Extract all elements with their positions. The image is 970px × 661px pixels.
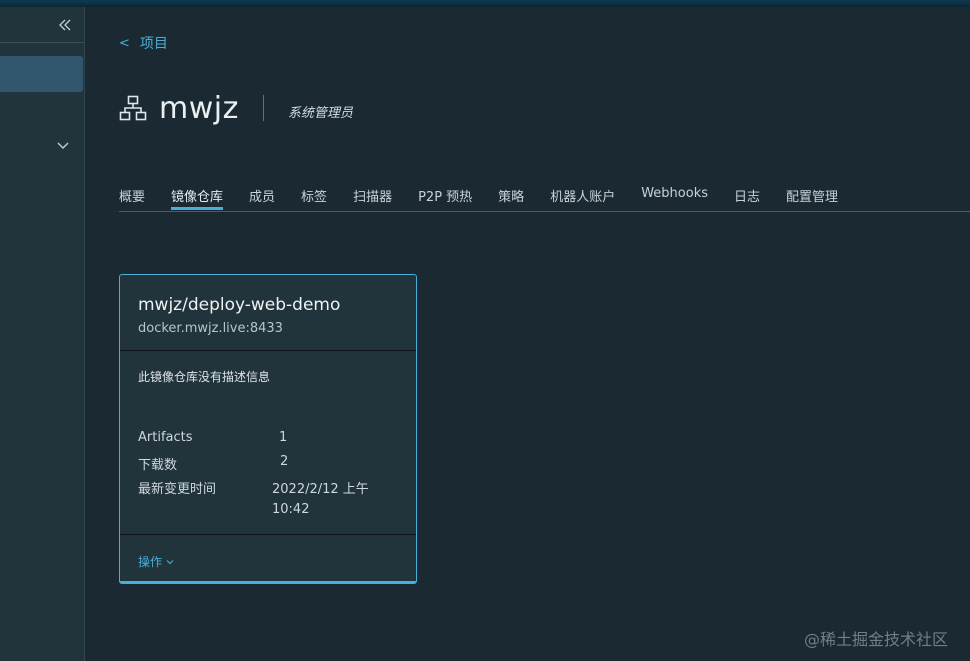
sidebar-group-toggle[interactable] (56, 137, 72, 153)
main-content: < 项目 mwjz 系统管理员 概要 镜像仓库 成员 标签 扫描器 P2P 预热… (85, 7, 970, 661)
sidebar-collapse-button[interactable] (0, 7, 84, 43)
tab-policy[interactable]: 策略 (498, 183, 524, 210)
actions-label: 操作 (138, 555, 163, 569)
watermark: @稀土掘金技术社区 (803, 630, 948, 649)
role-label: 系统管理员 (287, 105, 353, 121)
registry-address: docker.mwjz.live:8433 (138, 321, 283, 336)
artifacts-value: 1 (279, 430, 288, 445)
tab-scanner[interactable]: 扫描器 (353, 183, 392, 210)
project-tabs: 概要 镜像仓库 成员 标签 扫描器 P2P 预热 策略 机器人账户 Webhoo… (119, 183, 970, 212)
breadcrumb-label: 项目 (139, 36, 168, 52)
chevron-left-icon: < (119, 35, 130, 51)
breadcrumb-back-link[interactable]: < 项目 (119, 33, 168, 53)
tab-p2p-preheat[interactable]: P2P 预热 (418, 183, 472, 210)
card-body: 此镜像仓库没有描述信息 Artifacts 1 下载数 2 最新变更时间 202… (120, 351, 416, 535)
tab-configuration[interactable]: 配置管理 (786, 183, 838, 210)
downloads-value: 2 (280, 454, 289, 469)
repository-name-link[interactable]: mwjz/deploy-web-demo (138, 295, 398, 315)
repository-description: 此镜像仓库没有描述信息 (138, 370, 271, 384)
sidebar (0, 7, 85, 661)
tab-members[interactable]: 成员 (249, 183, 275, 210)
updated-value-date: 2022/2/12 上午 (272, 482, 369, 497)
tab-webhooks[interactable]: Webhooks (641, 183, 708, 210)
chevron-down-icon (57, 142, 69, 149)
page-title: mwjz (159, 90, 239, 126)
card-header: mwjz/deploy-web-demo docker.mwjz.live:84… (120, 275, 416, 351)
repository-card[interactable]: mwjz/deploy-web-demo docker.mwjz.live:84… (119, 274, 417, 584)
card-footer: 操作 (120, 535, 416, 581)
tab-logs[interactable]: 日志 (734, 183, 760, 210)
tab-summary[interactable]: 概要 (119, 183, 145, 210)
updated-value-time: 10:42 (272, 502, 310, 517)
tab-robot-accounts[interactable]: 机器人账户 (550, 183, 615, 210)
page-header: mwjz 系统管理员 (119, 90, 353, 126)
project-hierarchy-icon (119, 95, 147, 121)
actions-dropdown-button[interactable]: 操作 (138, 553, 174, 570)
sidebar-item-active[interactable] (0, 56, 83, 92)
artifacts-label: Artifacts (138, 430, 193, 445)
top-header-bar (0, 0, 970, 7)
updated-label: 最新变更时间 (138, 482, 217, 497)
tab-repositories[interactable]: 镜像仓库 (171, 183, 224, 210)
title-divider (262, 95, 264, 121)
double-chevron-left-icon (59, 19, 71, 30)
tab-labels[interactable]: 标签 (301, 183, 327, 210)
chevron-down-icon (166, 559, 174, 564)
downloads-label: 下载数 (138, 458, 178, 473)
